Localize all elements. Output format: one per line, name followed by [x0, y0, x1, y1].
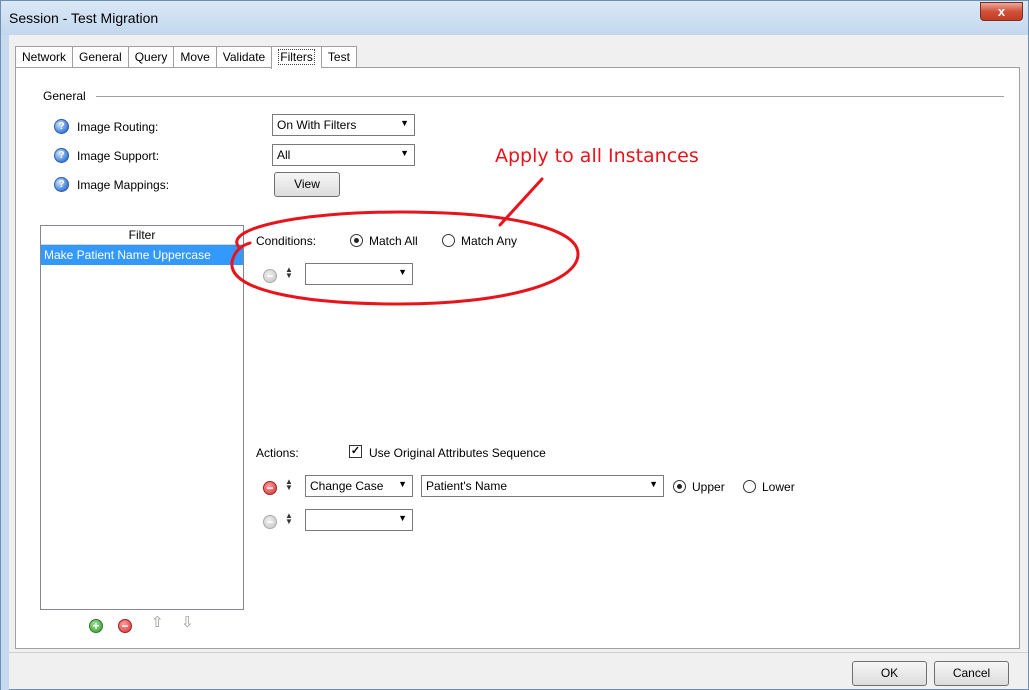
window-title: Session - Test Migration	[9, 10, 159, 26]
tab-validate[interactable]: Validate	[215, 46, 272, 68]
image-support-label: Image Support:	[77, 149, 160, 163]
chevron-down-icon: ▼	[398, 267, 407, 277]
remove-condition-button: −	[263, 269, 277, 283]
image-routing-label: Image Routing:	[77, 120, 159, 134]
list-item[interactable]: Make Patient Name Uppercase	[41, 245, 243, 265]
chevron-down-icon: ▼	[649, 479, 658, 489]
action-select[interactable]: ▼	[305, 509, 413, 531]
remove-action-button: −	[263, 515, 277, 529]
action-select[interactable]: Change Case ▼	[305, 475, 413, 497]
chevron-down-icon: ▼	[400, 118, 409, 128]
chevron-down-icon: ▼	[398, 513, 407, 523]
use-original-label: Use Original Attributes Sequence	[369, 446, 546, 460]
lower-radio[interactable]	[743, 480, 756, 493]
tab-test[interactable]: Test	[320, 46, 357, 68]
filter-column-header[interactable]: Filter	[41, 226, 243, 245]
general-group-label: General	[41, 89, 88, 103]
tab-strip: Network General Query Move Validate Filt…	[15, 46, 357, 69]
chevron-down-icon: ▼	[400, 148, 409, 158]
match-any-label: Match Any	[461, 234, 518, 248]
help-icon[interactable]: ?	[54, 119, 69, 134]
group-divider	[96, 96, 1004, 97]
arrow-down-icon[interactable]: ⇩	[181, 613, 194, 631]
close-button[interactable]: x	[980, 2, 1023, 21]
help-icon[interactable]: ?	[54, 177, 69, 192]
session-dialog: Session - Test Migration x Network Gener…	[0, 0, 1029, 690]
annotation-text: Apply to all Instances	[495, 145, 699, 167]
remove-filter-button[interactable]: −	[118, 619, 132, 633]
image-routing-select[interactable]: On With Filters ▼	[272, 114, 415, 136]
image-mappings-label: Image Mappings:	[77, 178, 170, 192]
ok-button[interactable]: OK	[852, 661, 927, 686]
reorder-arrows-icon[interactable]: ▲ ▼	[285, 266, 293, 280]
tab-network[interactable]: Network	[15, 46, 73, 68]
match-all-radio[interactable]	[350, 234, 363, 247]
cancel-button[interactable]: Cancel	[934, 661, 1009, 686]
match-all-label: Match All	[369, 234, 418, 248]
tab-move[interactable]: Move	[173, 46, 216, 68]
filter-list: Filter Make Patient Name Uppercase	[40, 225, 244, 610]
title-bar: Session - Test Migration x	[1, 1, 1028, 35]
upper-label: Upper	[692, 480, 725, 494]
image-support-select[interactable]: All ▼	[272, 144, 415, 166]
chevron-down-icon: ▼	[398, 479, 407, 489]
lower-label: Lower	[762, 480, 795, 494]
use-original-checkbox[interactable]: ✓	[349, 445, 362, 458]
actions-label: Actions:	[256, 446, 299, 460]
tab-query[interactable]: Query	[127, 46, 174, 68]
tab-filters[interactable]: Filters	[271, 46, 321, 69]
arrow-up-icon[interactable]: ⇧	[151, 613, 164, 631]
window-frame	[1, 35, 9, 690]
view-button[interactable]: View	[274, 172, 340, 197]
condition-select[interactable]: ▼	[305, 263, 413, 285]
footer-divider	[9, 652, 1028, 653]
remove-action-button[interactable]: −	[263, 481, 277, 495]
match-any-radio[interactable]	[442, 234, 455, 247]
add-filter-button[interactable]: +	[89, 619, 103, 633]
tab-general[interactable]: General	[72, 46, 128, 68]
reorder-arrows-icon[interactable]: ▲ ▼	[285, 512, 293, 526]
upper-radio[interactable]	[673, 480, 686, 493]
help-icon[interactable]: ?	[54, 148, 69, 163]
conditions-label: Conditions:	[256, 234, 317, 248]
attribute-select[interactable]: Patient's Name ▼	[421, 475, 664, 497]
reorder-arrows-icon[interactable]: ▲ ▼	[285, 478, 293, 492]
